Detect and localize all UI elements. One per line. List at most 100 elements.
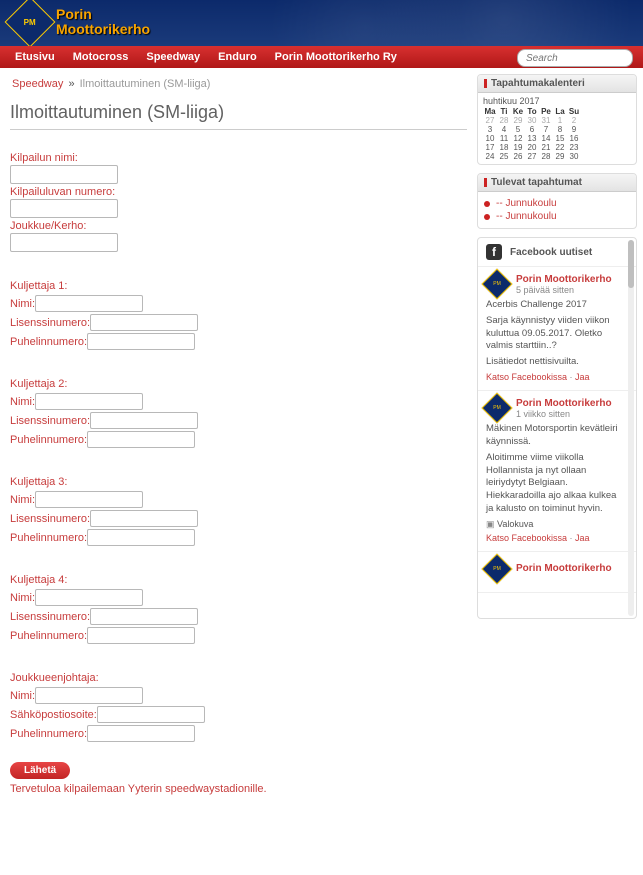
- input-team[interactable]: [10, 233, 118, 252]
- page-title: Ilmoittautuminen (SM-liiga): [10, 102, 467, 130]
- cal-day[interactable]: 27: [483, 116, 497, 125]
- input-driver-2-name[interactable]: [35, 393, 143, 410]
- event-link[interactable]: -- Junnukoulu: [496, 211, 557, 222]
- cal-day[interactable]: 5: [511, 125, 525, 134]
- breadcrumb-current: Ilmoittautuminen (SM-liiga): [80, 78, 211, 90]
- fb-post-time: 1 viikko sitten: [516, 409, 612, 419]
- label-driver-lic: Lisenssinumero:: [10, 611, 90, 623]
- nav-motocross[interactable]: Motocross: [64, 51, 138, 63]
- fb-post-text: Acerbis Challenge 2017: [486, 299, 626, 312]
- cal-day[interactable]: 16: [567, 134, 581, 143]
- cal-day[interactable]: 8: [553, 125, 567, 134]
- cal-day[interactable]: 3: [483, 125, 497, 134]
- fb-post-links[interactable]: Katso Facebookissa · Jaa: [486, 372, 626, 382]
- fb-post-author[interactable]: Porin Moottorikerho: [516, 274, 612, 285]
- input-driver-1-phone[interactable]: [87, 333, 195, 350]
- fb-scrollbar[interactable]: [626, 238, 636, 618]
- cal-day[interactable]: 29: [511, 116, 525, 125]
- input-driver-2-lic[interactable]: [90, 412, 198, 429]
- cal-day[interactable]: 18: [497, 143, 511, 152]
- label-team: Joukkue/Kerho:: [10, 220, 467, 232]
- cal-day[interactable]: 30: [567, 152, 581, 161]
- cal-day[interactable]: 21: [539, 143, 553, 152]
- cal-day[interactable]: 13: [525, 134, 539, 143]
- nav-etusivu[interactable]: Etusivu: [6, 51, 64, 63]
- input-driver-1-lic[interactable]: [90, 314, 198, 331]
- input-driver-3-name[interactable]: [35, 491, 143, 508]
- input-driver-3-lic[interactable]: [90, 510, 198, 527]
- input-comp-name[interactable]: [10, 165, 118, 184]
- label-driver-phone: Puhelinnumero:: [10, 336, 87, 348]
- cal-day[interactable]: 22: [553, 143, 567, 152]
- cal-day[interactable]: 28: [497, 116, 511, 125]
- input-driver-4-lic[interactable]: [90, 608, 198, 625]
- search-input[interactable]: [517, 49, 633, 67]
- fb-post: PMPorin Moottorikerho5 päivää sittenAcer…: [478, 267, 636, 391]
- cal-day[interactable]: 11: [497, 134, 511, 143]
- cal-day[interactable]: 14: [539, 134, 553, 143]
- cal-day[interactable]: 17: [483, 143, 497, 152]
- cal-day[interactable]: 4: [497, 125, 511, 134]
- fb-post-time: 5 päivää sitten: [516, 285, 612, 295]
- driver-3-title: Kuljettaja 3:: [10, 476, 467, 488]
- breadcrumb: Speedway » Ilmoittautuminen (SM-liiga): [10, 74, 467, 96]
- label-driver-name: Nimi:: [10, 592, 35, 604]
- input-driver-3-phone[interactable]: [87, 529, 195, 546]
- nav-ry[interactable]: Porin Moottorikerho Ry: [266, 51, 406, 63]
- label-leader-name: Nimi:: [10, 690, 35, 702]
- cal-day[interactable]: 9: [567, 125, 581, 134]
- cal-weekday: Su: [567, 107, 581, 116]
- cal-day[interactable]: 29: [553, 152, 567, 161]
- cal-day[interactable]: 23: [567, 143, 581, 152]
- input-leader-email[interactable]: [97, 706, 205, 723]
- label-driver-lic: Lisenssinumero:: [10, 415, 90, 427]
- fb-post-author[interactable]: Porin Moottorikerho: [516, 563, 612, 574]
- input-driver-4-phone[interactable]: [87, 627, 195, 644]
- event-link[interactable]: -- Junnukoulu: [496, 198, 557, 209]
- form-footer-text: Tervetuloa kilpailemaan Yyterin speedway…: [10, 783, 467, 795]
- input-driver-4-name[interactable]: [35, 589, 143, 606]
- fb-post-text: Aloitimme viime viikolla Hollannista ja …: [486, 452, 626, 516]
- panel-upcoming-header: Tulevat tapahtumat: [478, 174, 636, 192]
- input-leader-phone[interactable]: [87, 725, 195, 742]
- cal-day[interactable]: 7: [539, 125, 553, 134]
- cal-day[interactable]: 27: [525, 152, 539, 161]
- cal-day[interactable]: 2: [567, 116, 581, 125]
- cal-day[interactable]: 20: [525, 143, 539, 152]
- facebook-header: Facebook uutiset: [510, 247, 592, 258]
- search-box: [517, 49, 633, 67]
- cal-day[interactable]: 26: [511, 152, 525, 161]
- fb-post-links[interactable]: Katso Facebookissa · Jaa: [486, 533, 626, 543]
- cal-day[interactable]: 19: [511, 143, 525, 152]
- site-logo[interactable]: PM Porin Moottorikerho: [12, 4, 150, 40]
- cal-day[interactable]: 25: [497, 152, 511, 161]
- input-leader-name[interactable]: [35, 687, 143, 704]
- cal-day[interactable]: 6: [525, 125, 539, 134]
- fb-post-text: Mäkinen Motorsportin kevätleiri käynniss…: [486, 423, 626, 449]
- cal-day[interactable]: 28: [539, 152, 553, 161]
- cal-day[interactable]: 12: [511, 134, 525, 143]
- event-dot-icon: [484, 201, 490, 207]
- logo-icon: PM: [5, 0, 56, 46]
- fb-post-author[interactable]: Porin Moottorikerho: [516, 398, 612, 409]
- breadcrumb-sep: »: [68, 78, 74, 90]
- cal-day[interactable]: 10: [483, 134, 497, 143]
- nav-speedway[interactable]: Speedway: [137, 51, 209, 63]
- fb-photo-link[interactable]: Valokuva: [486, 519, 626, 530]
- driver-1-title: Kuljettaja 1:: [10, 280, 467, 292]
- cal-day[interactable]: 31: [539, 116, 553, 125]
- input-driver-2-phone[interactable]: [87, 431, 195, 448]
- cal-day[interactable]: 24: [483, 152, 497, 161]
- main-nav: Etusivu Motocross Speedway Enduro Porin …: [0, 46, 643, 68]
- label-driver-name: Nimi:: [10, 396, 35, 408]
- label-leader-email: Sähköpostiosoite:: [10, 709, 97, 721]
- submit-button[interactable]: Lähetä: [10, 762, 70, 779]
- cal-day[interactable]: 15: [553, 134, 567, 143]
- fb-post-text: Lisätiedot nettisivuilta.: [486, 356, 626, 369]
- nav-enduro[interactable]: Enduro: [209, 51, 266, 63]
- breadcrumb-speedway[interactable]: Speedway: [12, 78, 63, 90]
- cal-day[interactable]: 1: [553, 116, 567, 125]
- input-comp-num[interactable]: [10, 199, 118, 218]
- cal-day[interactable]: 30: [525, 116, 539, 125]
- input-driver-1-name[interactable]: [35, 295, 143, 312]
